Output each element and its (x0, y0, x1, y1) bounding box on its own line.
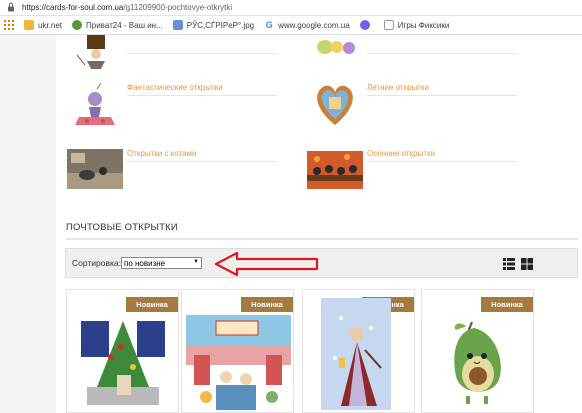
sort-select[interactable]: по новизне (121, 257, 202, 269)
page-icon (383, 20, 394, 30)
address-bar[interactable]: https://cards-for-soul.com.ua/g11209900-… (0, 0, 582, 16)
category-thumb-summer[interactable] (307, 79, 363, 131)
product-image[interactable] (321, 298, 391, 410)
category-cats[interactable]: Открытки с котами (67, 145, 277, 197)
product-card[interactable]: Новинка (181, 289, 294, 413)
bookmark-ukr-net[interactable]: ukr.net (24, 20, 62, 30)
bookmark-google[interactable]: G www.google.com.ua (264, 20, 350, 30)
category-link-label[interactable]: Фантастические открытки (127, 83, 277, 96)
sort-label: Сортировка: (72, 258, 122, 268)
apps-icon (4, 20, 14, 30)
product-card[interactable]: Новинка (421, 289, 534, 413)
product-image[interactable] (186, 315, 291, 410)
url-path: /g11209900-pochtovye-otkrytki (123, 3, 233, 12)
privat24-icon (72, 20, 83, 30)
google-icon: G (264, 20, 275, 30)
bookmark-privat24[interactable]: Приват24 - Ваш ин... (72, 20, 163, 30)
product-card[interactable]: Новинка (66, 289, 179, 413)
product-image[interactable] (77, 317, 169, 409)
category-fantastic[interactable]: Фантастические открытки (67, 79, 277, 131)
folder-icon (24, 20, 34, 30)
bookmark-label: PЎС,СЃPIPeP°.jpg (186, 20, 255, 30)
bookmark-fixiki[interactable]: Игры Фиксики (383, 20, 450, 30)
page-content: Фантастические открытки Летние открытки … (56, 35, 582, 413)
grid-view-icon[interactable] (521, 257, 533, 270)
category-link-label[interactable]: Осенние открытки (367, 149, 517, 162)
new-badge: Новинка (241, 297, 293, 312)
product-card[interactable]: Новинка (302, 289, 415, 413)
bookmark-label: Игры Фиксики (397, 20, 450, 30)
category-divider (127, 53, 277, 54)
bookmark-label: Приват24 - Ваш ин... (86, 20, 163, 30)
category-link-label[interactable]: Летние открытки (367, 83, 517, 96)
bookmark-label: ukr.net (38, 20, 63, 30)
category-divider (367, 53, 517, 54)
category-thumb-fantastic[interactable] (67, 79, 123, 131)
bookmark-file[interactable]: PЎС,СЃPIPeP°.jpg (172, 20, 255, 30)
product-image[interactable] (444, 318, 514, 408)
new-badge: Новинка (126, 297, 178, 312)
lock-icon (6, 2, 18, 14)
url-host: https://cards-for-soul.com.ua (22, 3, 124, 12)
apps-bookmark[interactable] (4, 20, 14, 30)
category-thumb-partial-right[interactable] (307, 35, 363, 57)
annotation-arrow (214, 251, 319, 277)
bookmark-viber[interactable] (359, 20, 374, 30)
category-thumb-cats[interactable] (67, 145, 123, 197)
category-summer[interactable]: Летние открытки (307, 79, 517, 131)
category-thumb-autumn[interactable] (307, 145, 363, 197)
bookmarks-bar: ukr.net Приват24 - Ваш ин... PЎС,СЃPIPeP… (0, 16, 582, 35)
section-title: ПОЧТОВЫЕ ОТКРЫТКИ (66, 222, 178, 233)
category-thumb-partial-left[interactable] (67, 35, 123, 69)
section-divider (66, 238, 578, 240)
category-autumn[interactable]: Осенние открытки (307, 145, 517, 197)
file-icon (172, 20, 183, 30)
list-view-icon[interactable] (503, 257, 515, 270)
viber-icon (359, 20, 370, 30)
new-badge: Новинка (481, 297, 533, 312)
chevron-down-icon: ▼ (193, 259, 199, 265)
bookmark-label: www.google.com.ua (278, 20, 350, 30)
category-link-label[interactable]: Открытки с котами (127, 149, 277, 162)
